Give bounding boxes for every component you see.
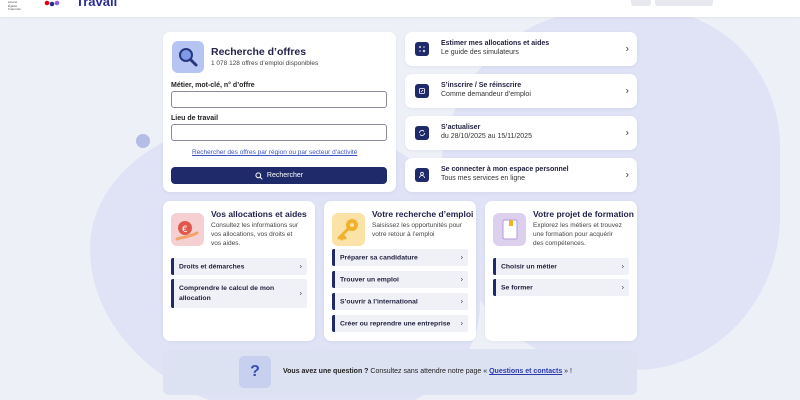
refresh-icon [415,126,429,140]
brand-logo-text[interactable]: Travail [76,0,117,9]
quick-link-subtitle: Le guide des simulateurs [441,49,519,56]
chevron-right-icon: › [621,284,624,291]
quick-link-register[interactable]: S’inscrire / Se réinscrire Comme demande… [405,74,637,108]
quick-link-title: S’actualiser [441,124,481,131]
job-search-description: Saisissez les opportunités pour votre re… [372,222,462,238]
chevron-right-icon: › [621,263,624,270]
item-droits-demarches[interactable]: Droits et démarches › [171,258,307,275]
location-label: Lieu de travail [171,115,219,122]
item-international[interactable]: S’ouvrir à l’international › [332,293,468,310]
chevron-right-icon: › [460,276,463,283]
training-description: Explorez les métiers et trouvez une form… [533,222,622,247]
book-icon [502,219,518,240]
allocations-card: € Vos allocations et aides Consultez les… [163,201,315,341]
allocations-description: Consultez les informations sur vos alloc… [211,222,299,247]
item-calcul-allocation[interactable]: Comprendre le calcul de mon allocation › [171,279,307,308]
euro-coin-icon: € [175,221,199,241]
location-input[interactable] [171,124,387,141]
quick-link-title: S’inscrire / Se réinscrire [441,82,522,89]
offers-count: 1 078 128 offres d’emploi disponibles [211,60,319,67]
job-search-card: Votre recherche d’emploi Saisissez les o… [324,201,476,341]
chevron-right-icon: › [299,263,302,270]
chevron-right-icon: › [625,169,629,181]
item-creer-entreprise[interactable]: Créer ou reprendre une entreprise › [332,315,468,332]
quick-link-title: Estimer mes allocations et aides [441,40,550,47]
background-dot [136,134,150,148]
quick-link-update[interactable]: S’actualiser du 28/10/2025 au 15/11/2025… [405,116,637,150]
search-card: Recherche d’offres 1 078 128 offres d’em… [163,32,396,192]
quick-link-subtitle: Tous mes services en ligne [441,175,526,182]
item-choisir-metier[interactable]: Choisir un métier › [493,258,629,275]
user-icon [415,168,429,182]
allocations-title: Vos allocations et aides [211,209,307,219]
header-button-small[interactable] [631,0,651,6]
search-icon [255,171,263,180]
book-illustration [493,213,526,246]
register-icon [415,84,429,98]
magnifier-icon [179,48,198,67]
region-sector-link[interactable]: Rechercher des offres par région ou par … [192,149,357,156]
key-illustration [332,213,365,246]
top-header: Liberté Égalité Fraternité Travail [0,0,800,17]
euro-coin-illustration: € [171,213,204,246]
training-card: Votre projet de formation Explorez les m… [485,201,637,341]
item-trouver-emploi[interactable]: Trouver un emploi › [332,271,468,288]
chevron-right-icon: › [625,127,629,139]
questions-contacts-link[interactable]: Questions et contacts [489,368,562,375]
quick-link-subtitle: du 28/10/2025 au 15/11/2025 [441,133,532,140]
keyword-label: Métier, mot-clé, n° d’offre [171,82,255,89]
quick-link-personal-space[interactable]: Se connecter à mon espace personnel Tous… [405,158,637,192]
search-title: Recherche d’offres [211,46,307,58]
training-title: Votre projet de formation [533,209,634,219]
quick-link-title: Se connecter à mon espace personnel [441,166,569,173]
chevron-right-icon: › [460,298,463,305]
quick-link-simulators[interactable]: Estimer mes allocations et aides Le guid… [405,32,637,66]
chevron-right-icon: › [625,85,629,97]
faq-banner: ? Vous avez une question ? Consultez san… [163,349,637,395]
search-button[interactable]: Rechercher [171,167,387,184]
job-search-title: Votre recherche d’emploi [372,209,474,219]
svg-text:€: € [182,225,188,235]
brand-logo-icon[interactable] [44,0,62,8]
item-se-former[interactable]: Se former › [493,279,629,296]
quick-link-subtitle: Comme demandeur d’emploi [441,91,531,98]
chevron-right-icon: › [460,320,463,327]
faq-text: Vous avez une question ? Consultez sans … [283,368,572,375]
key-icon [337,219,358,241]
search-illustration [172,41,204,73]
chevron-right-icon: › [460,254,463,261]
keyword-input[interactable] [171,91,387,108]
chevron-right-icon: › [299,290,302,297]
search-button-label: Rechercher [266,172,304,179]
chevron-right-icon: › [625,43,629,55]
header-button-large[interactable] [655,0,713,6]
republic-logo-text: Liberté Égalité Fraternité [8,0,21,11]
item-preparer-candidature[interactable]: Préparer sa candidature › [332,249,468,266]
question-icon: ? [239,356,271,388]
calculator-icon [415,42,429,56]
